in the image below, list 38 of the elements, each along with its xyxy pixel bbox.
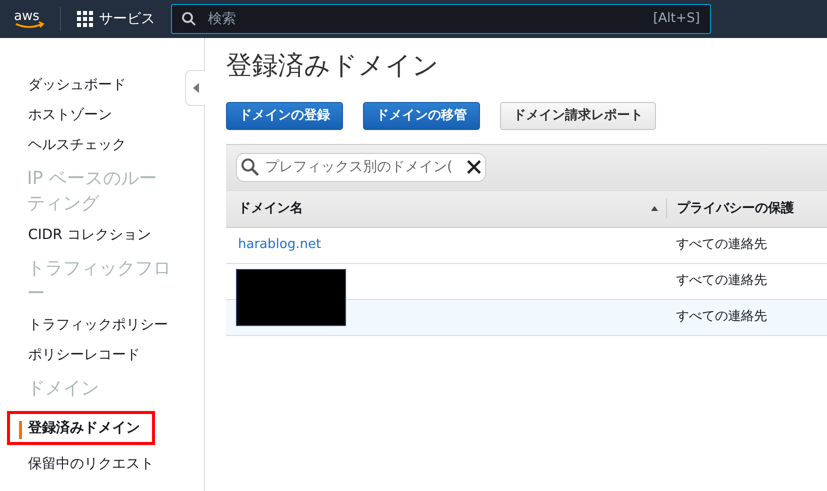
section-heading: ドメイン — [26, 377, 100, 401]
section-heading: IP ベースのルーティング — [26, 167, 158, 216]
sidebar-link[interactable]: ダッシュボード — [0, 76, 126, 94]
caret-icon — [192, 83, 198, 93]
sidebar-link[interactable]: 保留中のリクエスト — [0, 455, 154, 473]
table-cell: すべての連絡先 — [676, 309, 767, 324]
aws-logo[interactable]: aws — [13, 8, 47, 30]
action-button[interactable]: ドメイン請求レポート — [500, 102, 656, 130]
shortcut-hint: [Alt+S] — [653, 10, 700, 28]
column-header[interactable]: ドメイン名 — [238, 198, 303, 218]
sidebar-link[interactable]: ヘルスチェック — [0, 136, 126, 154]
column-header[interactable]: プライバシーの保護 — [677, 200, 794, 216]
sidebar-link[interactable]: CIDR コレクション — [0, 226, 151, 244]
table-row[interactable]: harablog.net すべての連絡先 — [226, 228, 827, 264]
table-row[interactable]: すべての連絡先 — [226, 264, 827, 300]
sidebar-link[interactable]: ホストゾーン — [0, 106, 112, 124]
page-title: 登録済みドメイン — [226, 51, 440, 82]
action-button[interactable]: ドメインの登録 — [226, 102, 343, 130]
search-field[interactable]: 検索 — [206, 8, 654, 30]
services-menu[interactable]: サービス — [99, 8, 155, 30]
table-cell: すべての連絡先 — [676, 237, 767, 252]
search-bar[interactable]: 検索 [Alt+S] — [171, 4, 711, 34]
grid-icon[interactable] — [77, 11, 93, 27]
filter-field[interactable]: プレフィックス別のドメイン( — [236, 152, 486, 182]
section-heading: トラフィックフロー — [26, 257, 172, 306]
sort-icon[interactable] — [651, 206, 658, 212]
collapse-tab[interactable] — [185, 70, 205, 106]
table-row[interactable]: すべての連絡先 — [226, 300, 827, 336]
table-cell: すべての連絡先 — [676, 273, 767, 288]
clear-icon[interactable] — [467, 160, 481, 174]
domain-link[interactable]: harablog.net — [238, 235, 322, 255]
search-icon — [241, 158, 259, 176]
sidebar-link[interactable]: トラフィックポリシー — [0, 316, 168, 334]
active-indicator — [19, 421, 22, 439]
sidebar-link[interactable]: ポリシーレコード — [0, 346, 140, 364]
search-icon — [182, 12, 196, 26]
action-button[interactable]: ドメインの移管 — [363, 102, 480, 130]
sidebar-link[interactable]: 登録済みドメイン — [10, 419, 140, 437]
